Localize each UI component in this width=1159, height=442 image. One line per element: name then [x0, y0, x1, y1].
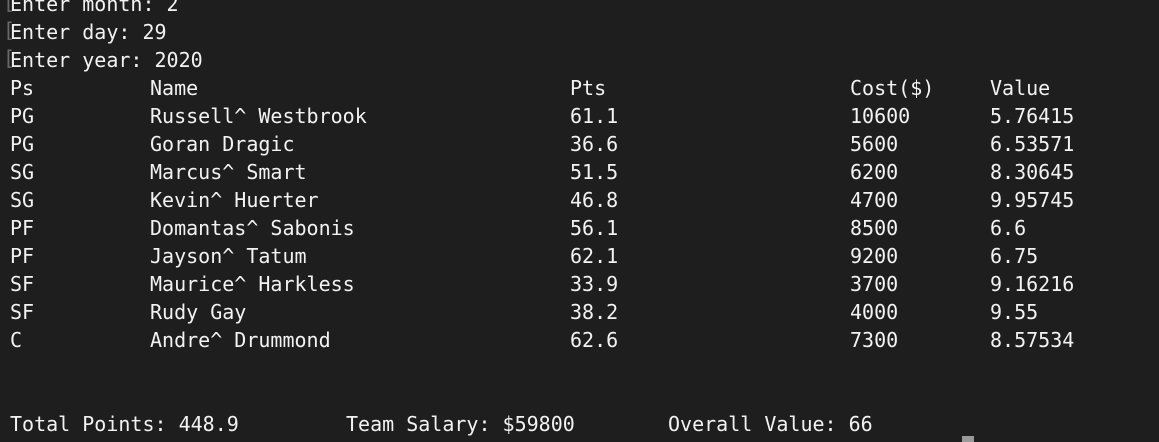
cell-name: Domantas^ Sabonis [150, 216, 355, 240]
cell-name: Marcus^ Smart [150, 160, 307, 184]
overall-value: Overall Value: 66 [668, 412, 873, 436]
table-header: Ps Name Pts Cost($) Value [0, 74, 1159, 102]
cell-name: Andre^ Drummond [150, 328, 331, 352]
cell-ps: PG [10, 104, 35, 128]
cell-value: 6.53571 [990, 132, 1075, 156]
cell-ps: PF [10, 216, 35, 240]
cell-pts: 46.8 [570, 188, 619, 212]
cell-ps: SG [10, 188, 35, 212]
cell-ps: C [10, 328, 23, 352]
table-row: PG Russell^ Westbrook 61.1 10600 5.76415 [0, 102, 1159, 130]
cell-value: 8.57534 [990, 328, 1075, 352]
header-name: Name [150, 76, 199, 100]
cell-ps: SG [10, 160, 35, 184]
cell-ps: PG [10, 132, 35, 156]
cell-name: Kevin^ Huerter [150, 188, 319, 212]
cell-value: 5.76415 [990, 104, 1075, 128]
header-ps: Ps [10, 76, 35, 100]
cell-pts: 51.5 [570, 160, 619, 184]
cell-cost: 4700 [850, 188, 899, 212]
cell-cost: 9200 [850, 244, 899, 268]
cell-name: Jayson^ Tatum [150, 244, 307, 268]
cell-cost: 8500 [850, 216, 899, 240]
team-salary: Team Salary: $59800 [346, 412, 575, 436]
cell-cost: 4000 [850, 300, 899, 324]
cell-value: 9.55 [990, 300, 1039, 324]
cell-pts: 61.1 [570, 104, 619, 128]
cell-pts: 62.1 [570, 244, 619, 268]
terminal-window[interactable]: [ Enter month: 2 [ Enter day: 29 [ Enter… [0, 0, 1159, 442]
table-row: C Andre^ Drummond 62.6 7300 8.57534 [0, 326, 1159, 354]
cell-cost: 10600 [850, 104, 911, 128]
cell-value: 6.6 [990, 216, 1027, 240]
cell-value: 6.75 [990, 244, 1039, 268]
header-cost: Cost($) [850, 76, 935, 100]
summary-line: Total Points: 448.9 Team Salary: $59800 … [0, 410, 1159, 438]
cell-name: Goran Dragic [150, 132, 295, 156]
cell-ps: SF [10, 272, 35, 296]
cell-value: 9.16216 [990, 272, 1075, 296]
cell-name: Maurice^ Harkless [150, 272, 355, 296]
cell-cost: 7300 [850, 328, 899, 352]
header-value: Value [990, 76, 1051, 100]
cell-pts: 56.1 [570, 216, 619, 240]
total-points: Total Points: 448.9 [10, 412, 239, 436]
terminal-cursor [962, 436, 974, 442]
prompt-line-month: Enter month: 2 [10, 0, 179, 16]
cell-value: 8.30645 [990, 160, 1075, 184]
table-row: SG Kevin^ Huerter 46.8 4700 9.95745 [0, 186, 1159, 214]
cell-pts: 36.6 [570, 132, 619, 156]
cell-pts: 38.2 [570, 300, 619, 324]
cell-cost: 3700 [850, 272, 899, 296]
table-row: SF Maurice^ Harkless 33.9 3700 9.16216 [0, 270, 1159, 298]
cell-name: Rudy Gay [150, 300, 247, 324]
table-row: SG Marcus^ Smart 51.5 6200 8.30645 [0, 158, 1159, 186]
cell-ps: PF [10, 244, 35, 268]
prompt-line-year: Enter year: 2020 [10, 48, 203, 72]
table-row: PF Domantas^ Sabonis 56.1 8500 6.6 [0, 214, 1159, 242]
prompt-line-day: Enter day: 29 [10, 20, 167, 44]
cell-name: Russell^ Westbrook [150, 104, 367, 128]
table-row: PG Goran Dragic 36.6 5600 6.53571 [0, 130, 1159, 158]
cell-pts: 62.6 [570, 328, 619, 352]
table-row: SF Rudy Gay 38.2 4000 9.55 [0, 298, 1159, 326]
header-pts: Pts [570, 76, 607, 100]
cell-cost: 6200 [850, 160, 899, 184]
cell-pts: 33.9 [570, 272, 619, 296]
cell-value: 9.95745 [990, 188, 1075, 212]
table-row: PF Jayson^ Tatum 62.1 9200 6.75 [0, 242, 1159, 270]
cell-ps: SF [10, 300, 35, 324]
cell-cost: 5600 [850, 132, 899, 156]
